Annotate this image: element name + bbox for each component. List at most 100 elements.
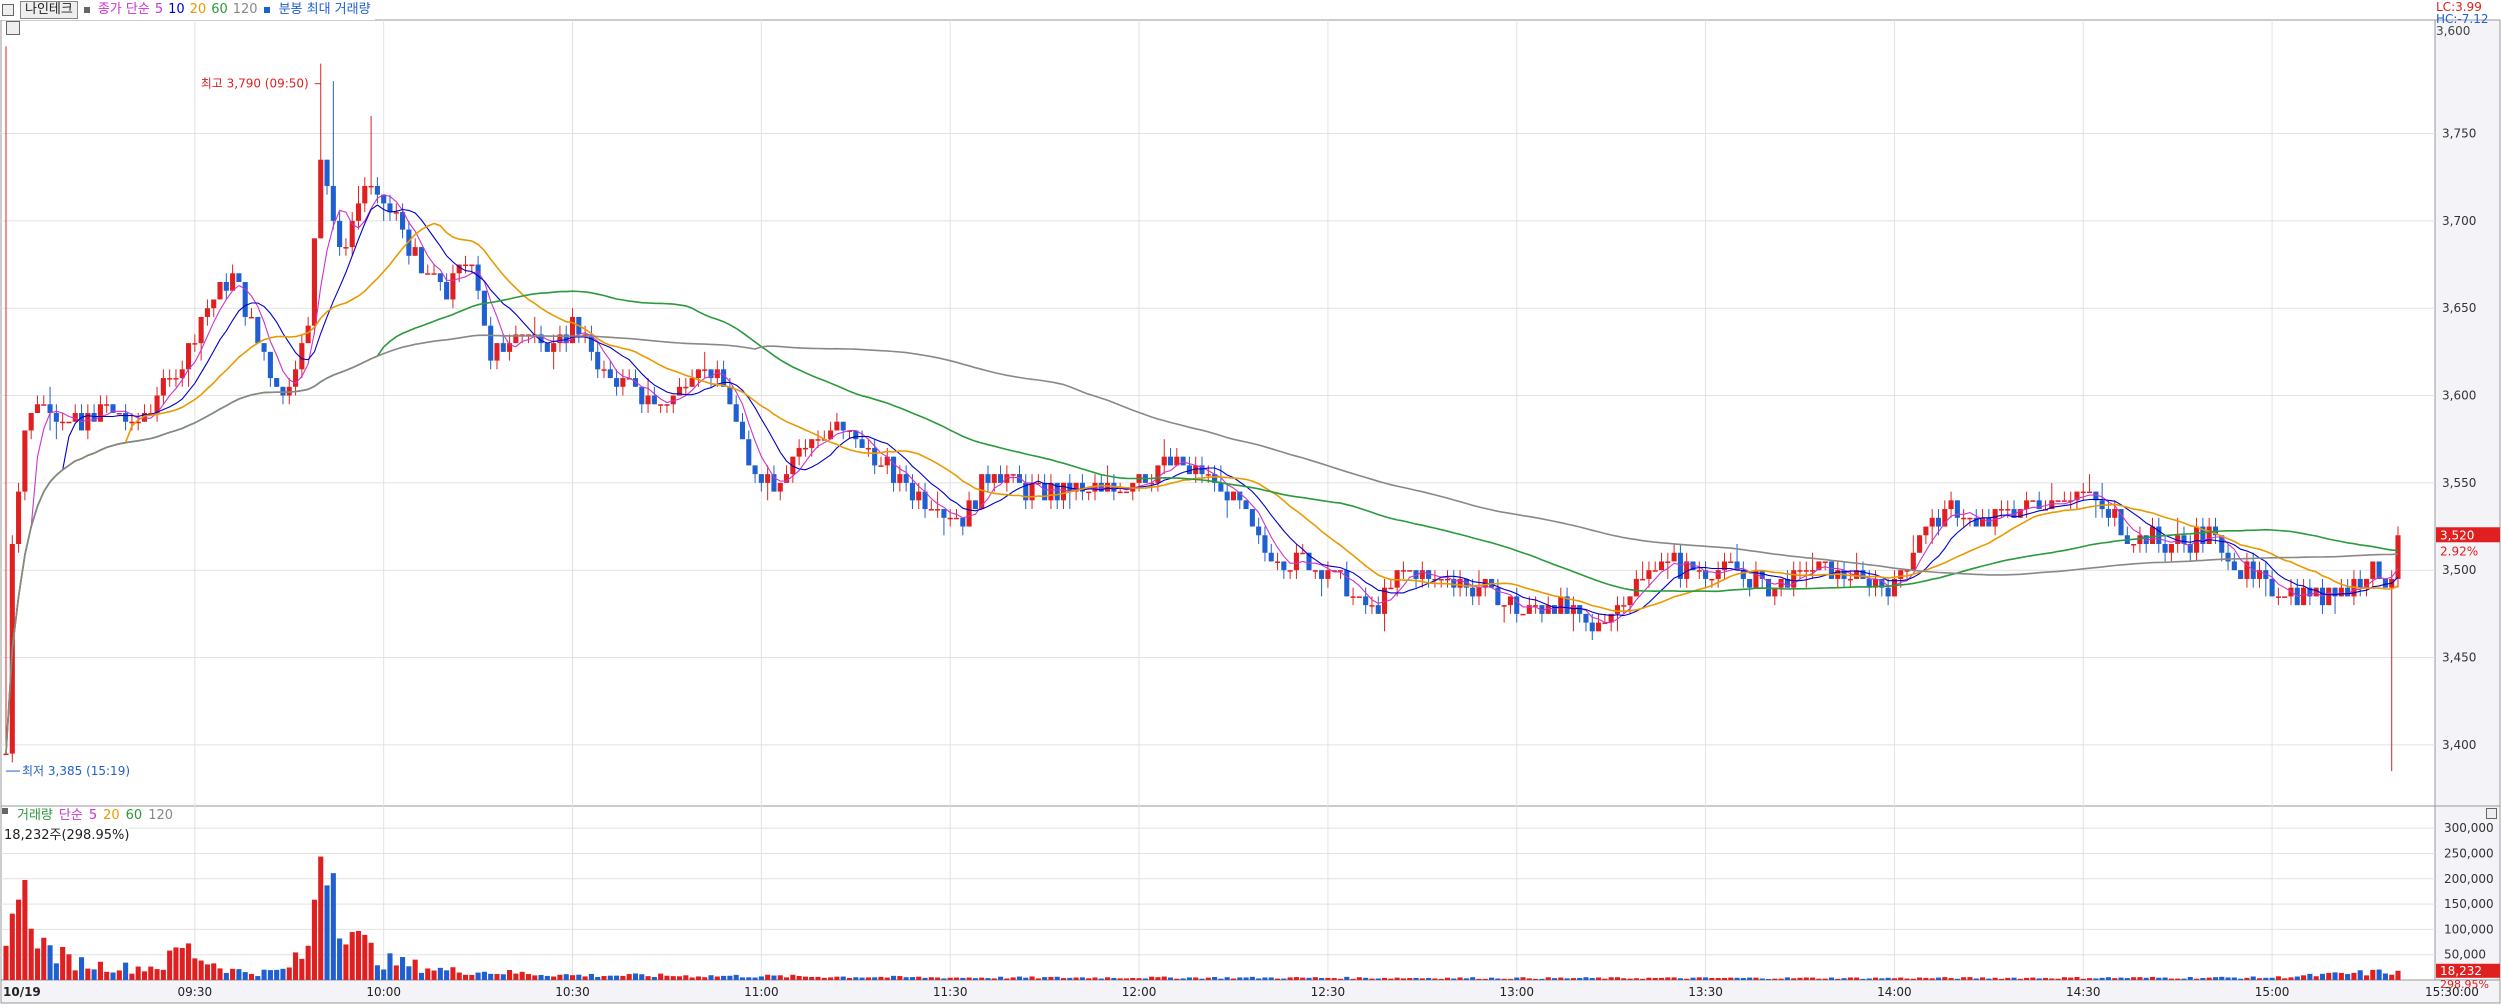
candle-body xyxy=(274,378,280,387)
volume-legend-item-5[interactable]: 120 xyxy=(148,808,173,824)
stock-name[interactable]: 나인테크 xyxy=(20,1,78,19)
volume-legend-item-2[interactable]: 5 xyxy=(89,808,97,824)
legend-item-ma-20[interactable]: 20 xyxy=(190,2,207,18)
candle-body xyxy=(777,482,783,492)
volume-bar xyxy=(204,964,210,980)
volume-bar xyxy=(1684,978,1690,980)
candle-body xyxy=(1218,482,1224,492)
candle-body xyxy=(1155,465,1161,483)
candle-body xyxy=(1633,578,1639,597)
candle-body xyxy=(1293,552,1299,571)
ma-legend[interactable]: 종가 단순 5 10 20 60 120 xyxy=(83,2,258,18)
volume-bar xyxy=(1300,977,1306,980)
candle-body xyxy=(1470,587,1476,597)
volume-legend-item-4[interactable]: 60 xyxy=(126,808,143,824)
legend-item-ma-60[interactable]: 60 xyxy=(211,2,228,18)
volume-legend-item-1[interactable]: 단순 xyxy=(59,808,83,824)
volume-bar xyxy=(2093,978,2099,980)
volume-bar xyxy=(1489,977,1495,980)
volume-bar xyxy=(1325,977,1331,980)
candle-body xyxy=(337,220,343,248)
volume-bar xyxy=(1054,976,1060,980)
volume-bar xyxy=(116,970,122,980)
volume-bar xyxy=(2370,969,2376,980)
volume-bar xyxy=(796,975,802,980)
legend-item-ma-10[interactable]: 10 xyxy=(168,2,185,18)
volume-bar xyxy=(721,975,727,980)
volume-tick-label: 200,000 xyxy=(2444,872,2494,886)
candle-body xyxy=(1476,587,1482,597)
legend-max-volume[interactable]: 분봉 최대 거래량 xyxy=(279,2,371,18)
volume-bar xyxy=(1193,977,1199,980)
volume-bar xyxy=(1407,978,1413,980)
volume-bar xyxy=(1961,977,1967,980)
volume-legend-item-0[interactable]: 거래량 xyxy=(17,808,53,824)
panel-settings-icon[interactable] xyxy=(6,21,20,35)
volume-bar xyxy=(2036,978,2042,980)
candle-body xyxy=(167,378,173,380)
volume-bar xyxy=(632,973,639,980)
candle-body xyxy=(2030,500,2036,502)
candle-body xyxy=(500,343,506,352)
volume-bar xyxy=(557,974,563,980)
candle-body xyxy=(897,474,903,483)
volume-bar xyxy=(406,966,412,980)
candle-body xyxy=(2005,509,2011,511)
volume-bar xyxy=(1495,978,1501,980)
candle-body xyxy=(2024,500,2030,510)
volume-bar xyxy=(1980,977,1986,980)
volume-bar xyxy=(2168,978,2174,980)
candle-body xyxy=(261,343,267,352)
candle-body xyxy=(1262,535,1268,553)
candle-body xyxy=(1665,561,1671,563)
volume-bar xyxy=(1344,976,1350,980)
menu-icon[interactable] xyxy=(2,4,14,16)
candle-body xyxy=(872,447,878,466)
volume-bar xyxy=(1533,978,1539,980)
legend-item-ma-type[interactable]: 종가 단순 xyxy=(98,2,150,18)
volume-bar xyxy=(223,972,229,980)
candle-body xyxy=(311,238,317,326)
candle-body xyxy=(1388,587,1394,590)
volume-bar xyxy=(1992,977,1998,980)
price-tick-label: 3,550 xyxy=(2442,476,2476,490)
volume-bar xyxy=(1230,978,1237,980)
time-tick-label: 09:30 xyxy=(178,985,213,999)
volume-bar xyxy=(3,945,9,980)
volume-bar xyxy=(1967,977,1973,980)
candle-body xyxy=(639,386,645,405)
volume-bar xyxy=(2017,978,2023,980)
volume-bar xyxy=(1149,976,1155,980)
volume-bar xyxy=(1470,977,1476,980)
volume-bar xyxy=(475,972,481,980)
volume-bar xyxy=(2049,978,2055,980)
legend-item-ma-120[interactable]: 120 xyxy=(233,2,258,18)
volume-collapse-icon[interactable] xyxy=(2486,808,2497,819)
volume-bar xyxy=(1212,977,1218,980)
volume-bar xyxy=(135,966,141,980)
candle-body xyxy=(393,212,399,214)
legend-item-ma-5[interactable]: 5 xyxy=(155,2,163,18)
candle-body xyxy=(834,421,840,431)
candle-body xyxy=(859,439,865,448)
legend-square-icon xyxy=(2,808,8,814)
candle-body xyxy=(1300,552,1306,555)
volume-bar xyxy=(1501,978,1507,980)
candle-body xyxy=(1998,509,2004,511)
volume-bar xyxy=(2307,973,2313,980)
volume-bar xyxy=(2313,976,2319,980)
volume-bar xyxy=(1740,978,1746,980)
volume-legend-item-3[interactable]: 20 xyxy=(103,808,120,824)
time-tick-label: 10/19 xyxy=(3,985,41,999)
volume-bar xyxy=(1854,977,1860,980)
candle-body xyxy=(2055,500,2061,502)
volume-bar xyxy=(1690,977,1696,980)
volume-bar xyxy=(1998,978,2004,980)
volume-bar xyxy=(280,968,286,980)
candle-body xyxy=(211,299,217,309)
volume-bar xyxy=(261,969,267,980)
volume-bar xyxy=(1073,977,1079,980)
candle-body xyxy=(966,500,972,527)
volume-legend[interactable]: 거래량 단순 5 20 60 120 xyxy=(2,808,178,824)
volume-bar xyxy=(299,958,305,980)
